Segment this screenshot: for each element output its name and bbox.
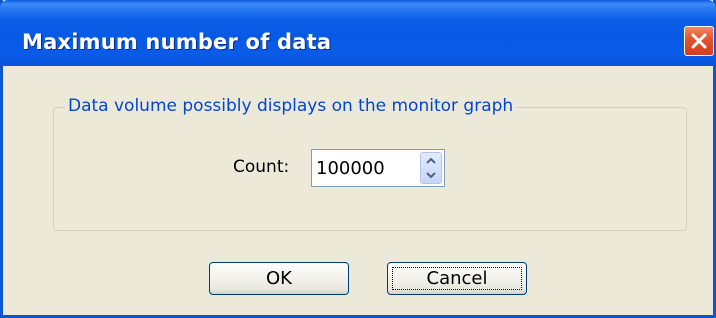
title-bar[interactable]: Maximum number of data	[0, 0, 716, 66]
spin-buttons	[420, 152, 442, 184]
dialog-window: Maximum number of data Data volume possi…	[0, 0, 716, 318]
count-input[interactable]	[314, 152, 422, 184]
cancel-button[interactable]: Cancel	[387, 262, 527, 295]
window-title: Maximum number of data	[22, 30, 332, 54]
close-button[interactable]	[684, 26, 714, 56]
count-label: Count:	[233, 157, 290, 177]
spin-down-button[interactable]	[421, 168, 441, 183]
spin-up-button[interactable]	[421, 153, 441, 168]
cancel-button-label: Cancel	[426, 268, 488, 289]
count-stepper[interactable]	[311, 149, 445, 187]
ok-button[interactable]: OK	[209, 262, 349, 295]
group-title: Data volume possibly displays on the mon…	[65, 96, 517, 116]
